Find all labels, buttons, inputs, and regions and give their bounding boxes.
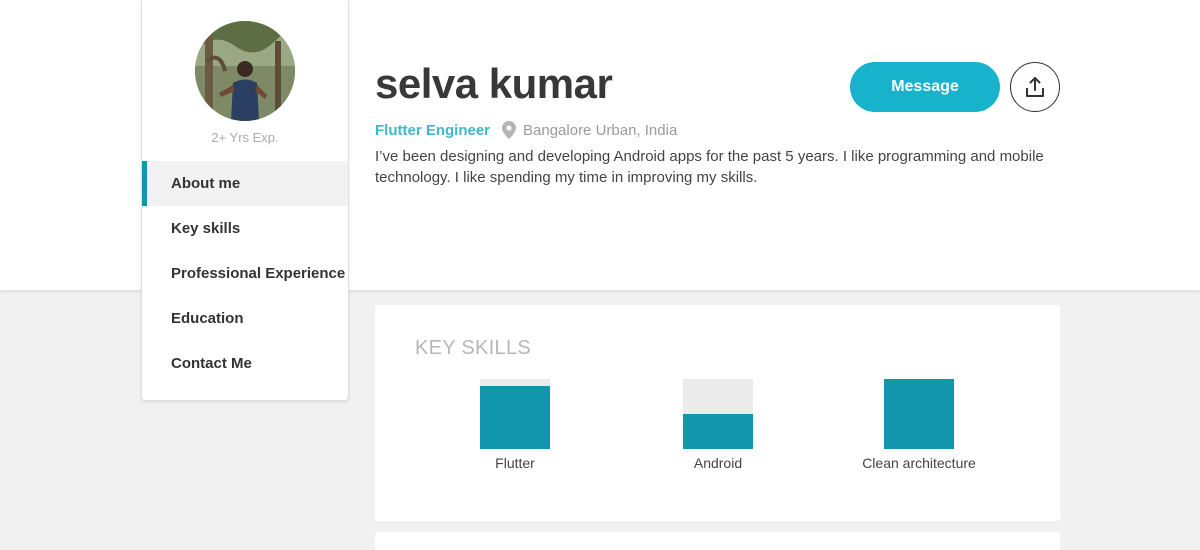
- profile-sidebar: 2+ Yrs Exp. About me Key skills Professi…: [141, 0, 349, 401]
- skill-item: Clean architecture: [819, 379, 1019, 471]
- skill-label: Clean architecture: [862, 455, 976, 471]
- sidebar-item-education[interactable]: Education: [142, 296, 348, 341]
- skill-bar-fill: [683, 414, 753, 449]
- sidebar-item-about-me[interactable]: About me: [142, 161, 348, 206]
- avatar-photo: [195, 21, 295, 121]
- sidebar-item-professional-experience[interactable]: Professional Experience: [142, 251, 348, 296]
- skill-bar-fill: [480, 386, 550, 449]
- experience-label: 2+ Yrs Exp.: [211, 130, 279, 145]
- avatar: [195, 21, 295, 121]
- skill-bar-fill: [884, 379, 954, 449]
- role-label: Flutter Engineer: [375, 121, 491, 139]
- location-pin-icon: [502, 121, 517, 139]
- message-button[interactable]: Message: [850, 62, 1000, 112]
- sidebar-nav: About me Key skills Professional Experie…: [142, 161, 348, 386]
- profile-name: selva kumar: [375, 60, 613, 107]
- key-skills-title: KEY SKILLS: [415, 337, 532, 359]
- share-button[interactable]: [1010, 62, 1060, 112]
- share-icon: [1026, 77, 1044, 97]
- sidebar-item-contact-me[interactable]: Contact Me: [142, 341, 348, 386]
- next-section-card: [375, 532, 1060, 550]
- profile-subline: Flutter Engineer Bangalore Urban, India: [375, 120, 677, 140]
- skill-item: Flutter: [415, 379, 615, 471]
- skill-bar: [683, 379, 753, 449]
- skill-bar: [480, 379, 550, 449]
- skill-bar: [884, 379, 954, 449]
- profile-bio: I’ve been designing and developing Andro…: [375, 148, 1044, 186]
- skill-label: Android: [693, 455, 743, 471]
- skill-item: Android: [618, 379, 818, 471]
- skill-label: Flutter: [495, 455, 535, 471]
- location-label: Bangalore Urban, India: [523, 121, 678, 139]
- sidebar-item-key-skills[interactable]: Key skills: [142, 206, 348, 251]
- key-skills-card: KEY SKILLS Flutter Android Clean archite…: [375, 305, 1060, 521]
